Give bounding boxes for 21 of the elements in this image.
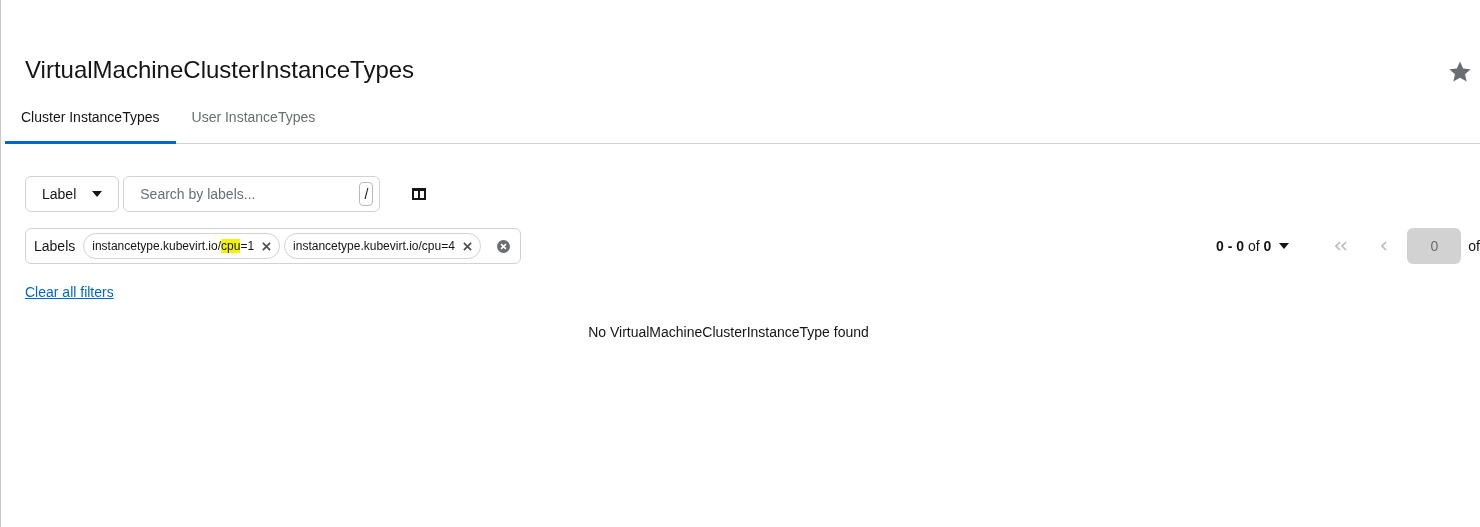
- empty-message: No VirtualMachineClusterInstanceType found: [588, 323, 869, 342]
- tab[interactable]: User InstanceTypes: [175, 107, 332, 144]
- search-placeholder: Search by labels...: [140, 184, 257, 204]
- chip-label: instancetype.kubevirt.io/cpu=4: [293, 238, 455, 255]
- search-field[interactable]: Search by labels... /: [123, 176, 381, 212]
- pagination-menu[interactable]: 0 - 0 of 0: [1216, 235, 1290, 257]
- columns-icon[interactable]: [412, 188, 427, 200]
- filter-dropdown[interactable]: Label: [25, 176, 120, 212]
- page-total-label: of: [1468, 236, 1480, 256]
- caret-icon: [1279, 243, 1290, 249]
- close-icon[interactable]: [262, 241, 272, 251]
- page-input[interactable]: 0: [1407, 228, 1462, 264]
- close-icon[interactable]: [462, 241, 472, 251]
- page-title: VirtualMachineClusterInstanceTypes: [25, 55, 415, 85]
- clear-filters-link[interactable]: Clear all filters: [25, 282, 114, 303]
- clear-icon[interactable]: [496, 239, 510, 253]
- caret-icon: [92, 191, 103, 197]
- tab[interactable]: Cluster InstanceTypes: [5, 107, 176, 144]
- shortcut-key: /: [359, 182, 374, 206]
- filter-category: Labels: [34, 236, 76, 256]
- star-icon[interactable]: [1448, 60, 1472, 84]
